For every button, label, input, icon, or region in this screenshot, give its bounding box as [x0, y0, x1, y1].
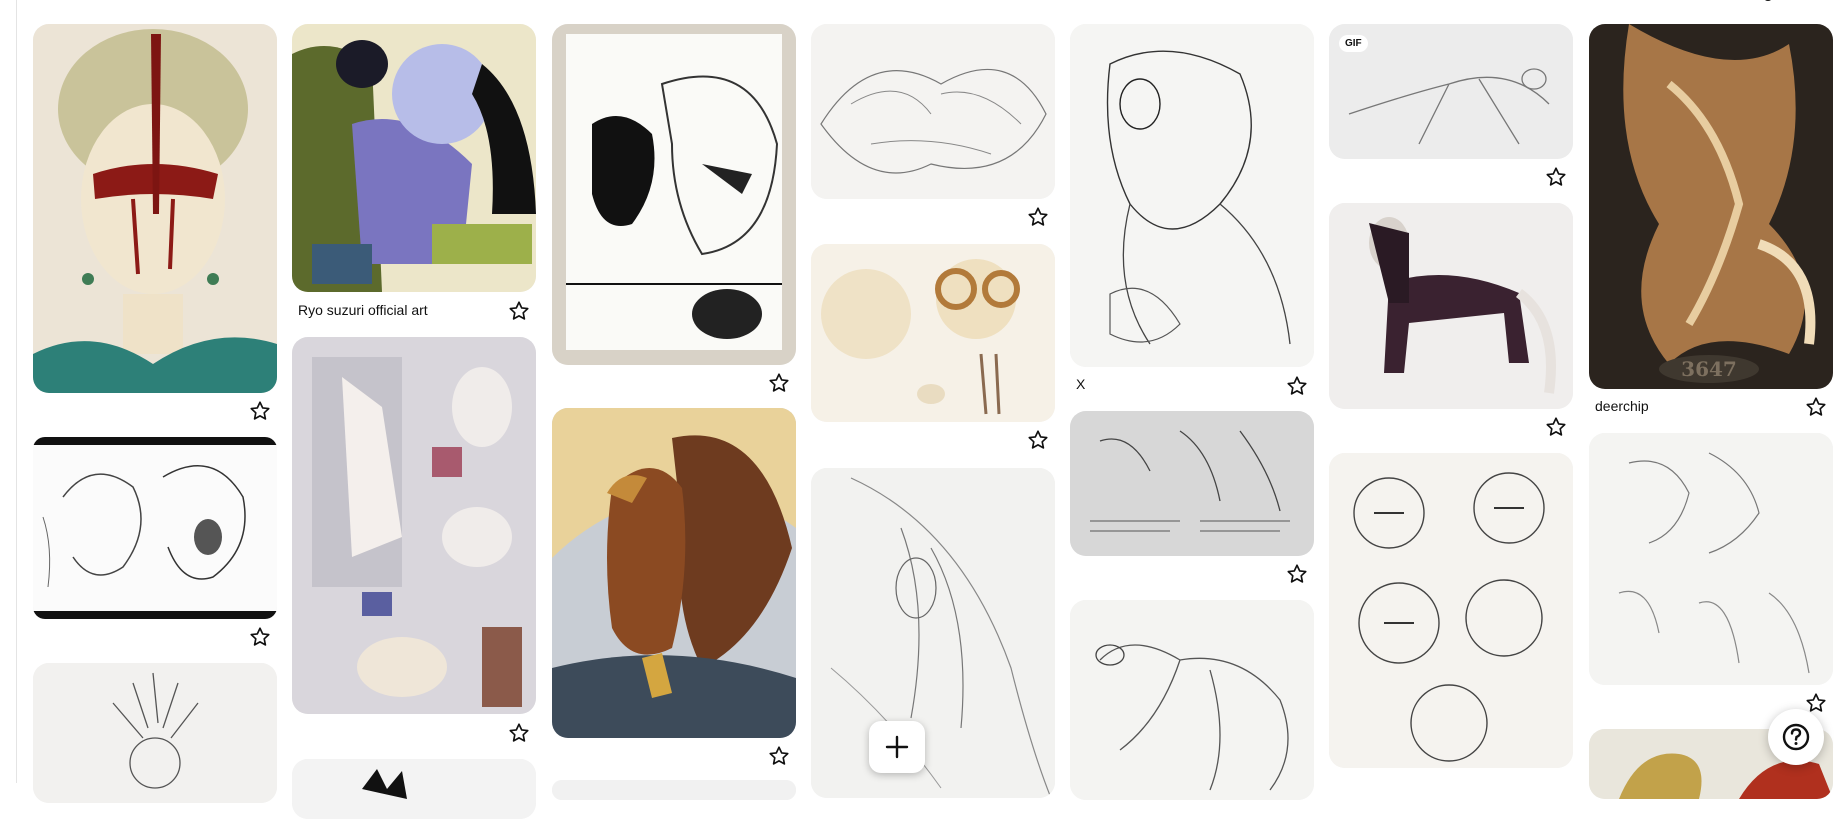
- pin-card[interactable]: [33, 663, 277, 803]
- pin-column: 3647 deerchip: [1589, 0, 1833, 799]
- pin-number: 3647: [1681, 357, 1737, 381]
- pin-image[interactable]: [552, 780, 796, 800]
- pin-image[interactable]: [33, 437, 277, 619]
- pin-card[interactable]: [292, 759, 536, 819]
- save-icon[interactable]: [506, 298, 532, 324]
- save-icon[interactable]: [1803, 394, 1829, 420]
- pin-image[interactable]: [1070, 600, 1314, 800]
- pin-image[interactable]: [811, 468, 1055, 798]
- pin-card[interactable]: [1070, 411, 1314, 591]
- pin-card[interactable]: [811, 24, 1055, 229]
- pin-image[interactable]: [1070, 24, 1314, 367]
- pin-card[interactable]: X: [1070, 24, 1314, 404]
- gif-badge: GIF: [1339, 35, 1368, 52]
- pin-image[interactable]: [292, 337, 536, 714]
- save-icon[interactable]: [1025, 427, 1051, 453]
- pin-title[interactable]: X: [1076, 376, 1085, 392]
- save-icon[interactable]: [766, 370, 792, 396]
- pin-column: [33, 0, 277, 803]
- pin-card[interactable]: [552, 780, 796, 800]
- pin-title[interactable]: Ryo suzuri official art: [298, 302, 428, 318]
- pin-column: [552, 0, 796, 800]
- save-icon[interactable]: [766, 743, 792, 769]
- pin-card[interactable]: GIF: [1329, 24, 1573, 194]
- add-button[interactable]: [869, 721, 925, 773]
- pin-card[interactable]: [1589, 433, 1833, 718]
- pin-image[interactable]: [1329, 203, 1573, 409]
- plus-icon: [885, 735, 909, 759]
- pin-column: [811, 0, 1055, 798]
- pin-card[interactable]: [1329, 453, 1573, 803]
- save-icon[interactable]: [247, 398, 273, 424]
- pin-card[interactable]: [552, 408, 796, 768]
- pin-image[interactable]: [292, 759, 536, 819]
- pin-image[interactable]: 3647: [1589, 24, 1833, 389]
- pin-title[interactable]: deerchip: [1595, 398, 1649, 414]
- save-icon[interactable]: [247, 624, 273, 650]
- save-icon[interactable]: [1543, 414, 1569, 440]
- pin-image[interactable]: [1070, 411, 1314, 556]
- pin-image[interactable]: [292, 24, 536, 292]
- pin-card[interactable]: [1329, 203, 1573, 443]
- pin-column: Ryo suzuri official art: [292, 0, 536, 819]
- pin-image[interactable]: [1329, 453, 1573, 768]
- pin-card[interactable]: Ryo suzuri official art: [292, 24, 536, 324]
- pin-column: GIF: [1329, 0, 1573, 783]
- pin-card[interactable]: [292, 337, 536, 747]
- pin-card[interactable]: [552, 24, 796, 394]
- save-icon[interactable]: [1284, 373, 1310, 399]
- save-icon[interactable]: [506, 720, 532, 746]
- pin-image[interactable]: [552, 408, 796, 738]
- save-icon[interactable]: [1543, 164, 1569, 190]
- pin-card[interactable]: [811, 244, 1055, 459]
- pin-card[interactable]: [1070, 600, 1314, 800]
- save-icon[interactable]: [1284, 561, 1310, 587]
- help-button[interactable]: [1768, 709, 1824, 765]
- pin-image[interactable]: [33, 663, 277, 803]
- save-icon[interactable]: [1025, 204, 1051, 230]
- pin-image[interactable]: [552, 24, 796, 365]
- pin-card[interactable]: [33, 24, 277, 424]
- pin-image[interactable]: GIF: [1329, 24, 1573, 159]
- pin-column: X: [1070, 0, 1314, 800]
- pin-card[interactable]: 3647 deerchip: [1589, 24, 1833, 424]
- pin-card[interactable]: [811, 468, 1055, 798]
- pin-grid: Ryo suzuri official art X GIF 3647 deerc…: [0, 0, 1846, 819]
- pin-card[interactable]: [33, 437, 277, 652]
- pin-image[interactable]: [811, 24, 1055, 199]
- pin-image[interactable]: [811, 244, 1055, 422]
- question-mark-icon: [1782, 723, 1810, 751]
- pin-image[interactable]: [33, 24, 277, 393]
- pin-image[interactable]: [1589, 433, 1833, 685]
